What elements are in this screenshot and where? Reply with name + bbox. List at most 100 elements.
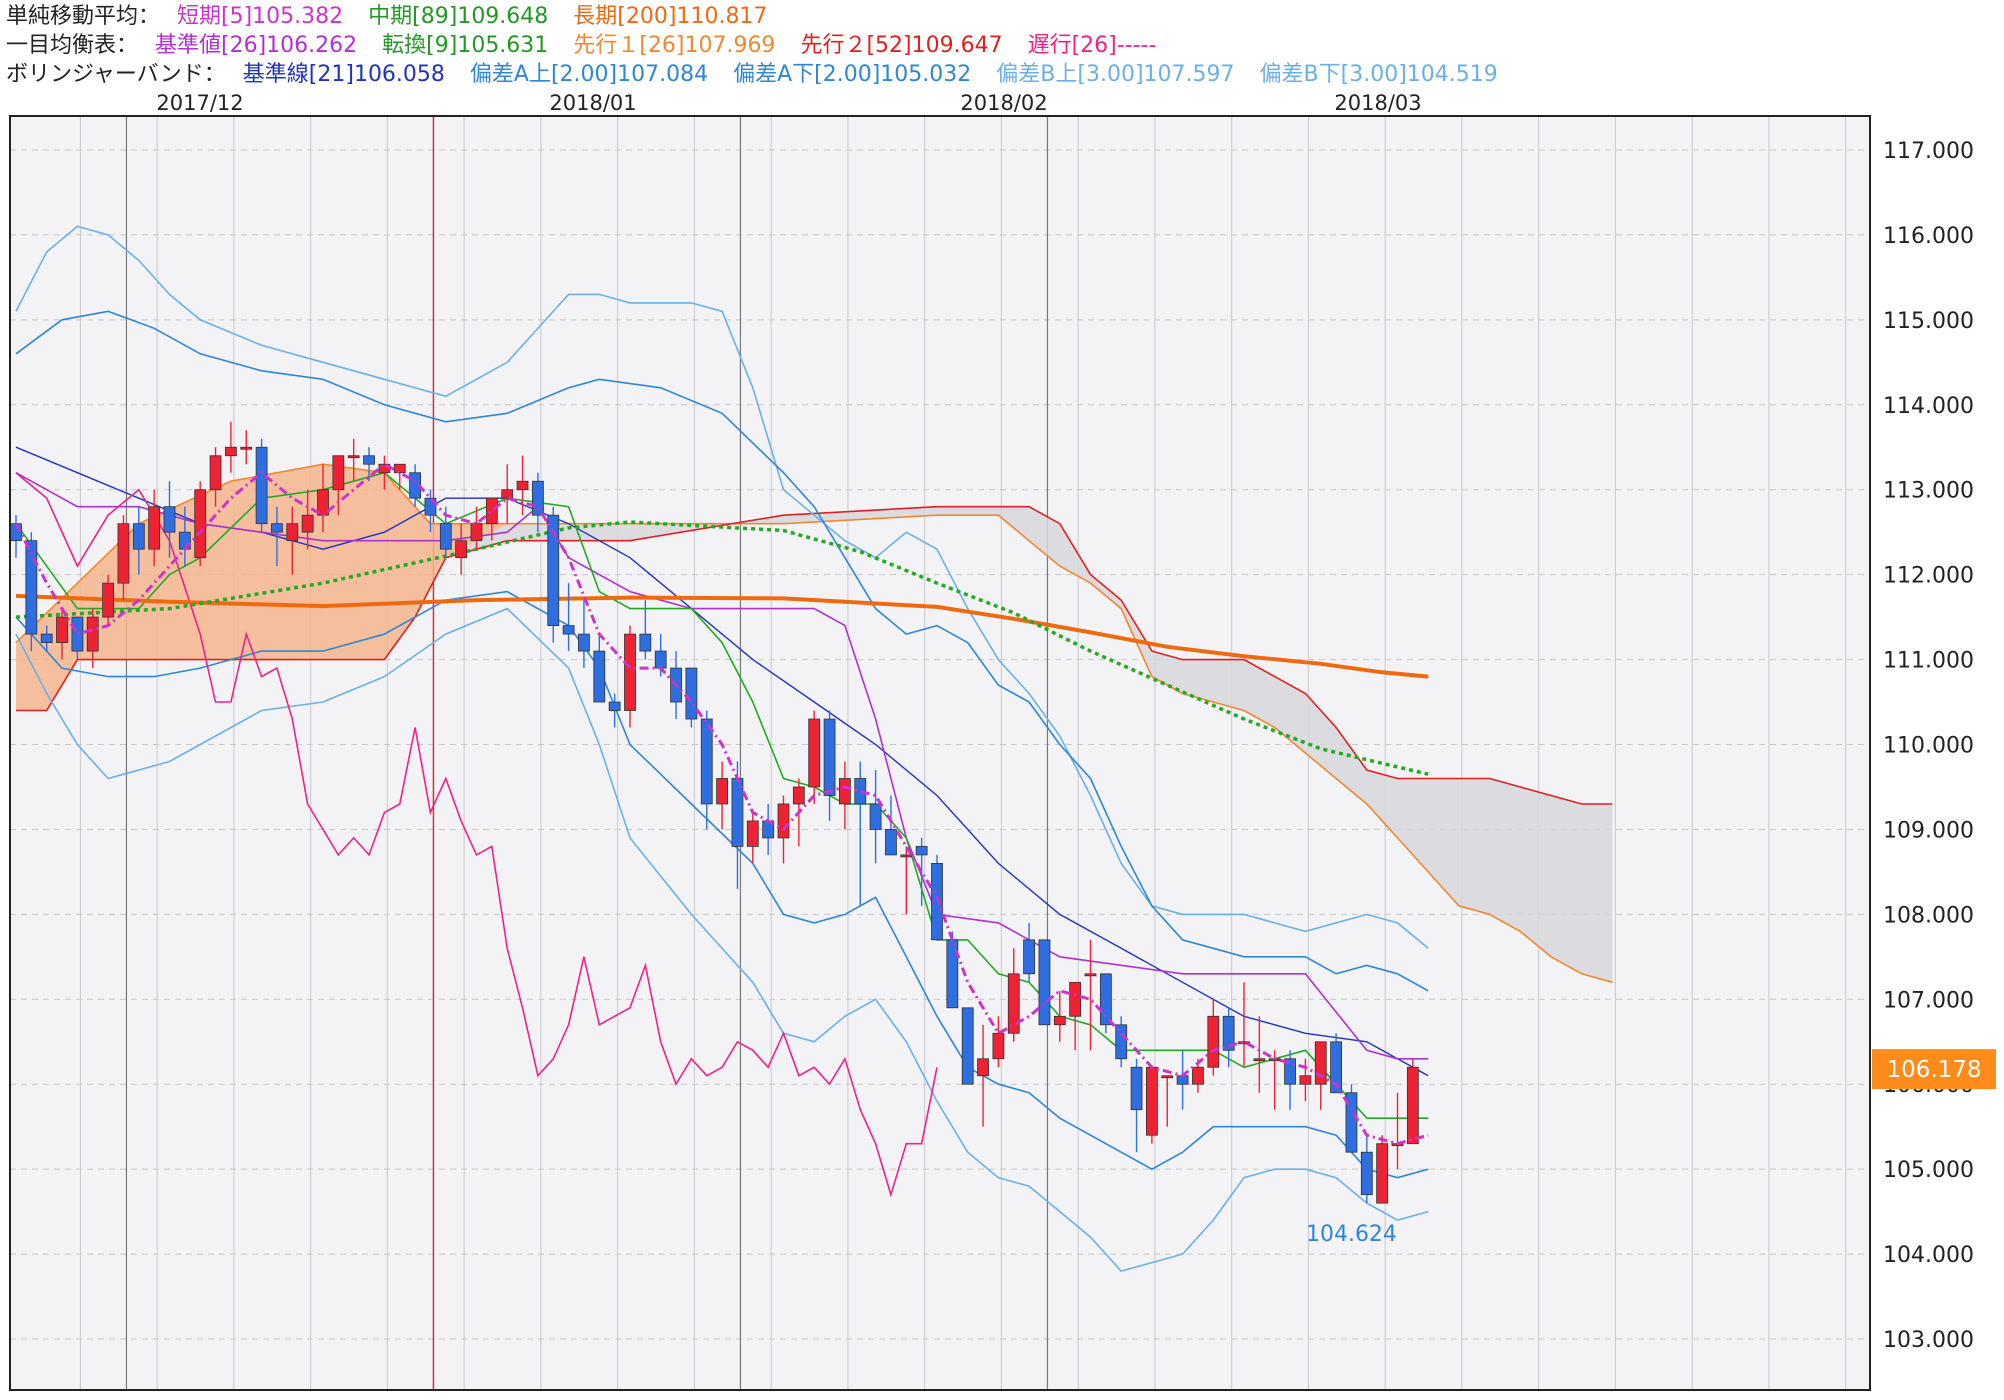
y-tick-label: 112.000 [1883, 564, 1974, 589]
candle-body [746, 820, 759, 847]
candle-body [86, 616, 99, 652]
candle-body [1314, 1041, 1327, 1085]
candle-body [71, 616, 84, 652]
candle-body [593, 650, 606, 703]
candle-body [624, 633, 636, 711]
candle-body [455, 540, 468, 559]
candle-body [163, 506, 176, 533]
candle-body [209, 455, 222, 491]
candle-body [1192, 1066, 1204, 1085]
candle-body [1299, 1075, 1312, 1085]
candle-body [869, 803, 882, 830]
candle-body [839, 778, 851, 805]
candle-body [992, 1032, 1005, 1060]
candle-body [56, 616, 68, 643]
candle-body [516, 480, 529, 491]
legend-tenkan: 転換[9]105.631 [382, 33, 549, 58]
legend-chikou: 遅行[26]----- [1027, 33, 1157, 58]
candle-body [1376, 1143, 1389, 1204]
candle-body [132, 523, 145, 550]
candle-body [977, 1058, 989, 1077]
month-label: 2017/12 [156, 91, 243, 115]
legend-bb-b-up: 偏差B上[3.00]107.597 [996, 62, 1235, 87]
candle-body [1146, 1066, 1158, 1136]
candle-body [578, 633, 590, 652]
y-tick-label: 113.000 [1883, 479, 1974, 504]
candle-body [731, 778, 744, 847]
candle-body [347, 455, 360, 459]
candle-body [823, 718, 836, 796]
candle-body [485, 497, 498, 525]
legend-sma-title: 単純移動平均： [6, 4, 161, 29]
legend-sma: 単純移動平均： 短期[5]105.382 中期[89]109.648 長期[20… [6, 2, 1986, 31]
candle-body [148, 506, 161, 550]
candle-body [1099, 973, 1112, 1026]
candle-body [915, 846, 928, 856]
candle-body [1038, 939, 1051, 1026]
candle-body [470, 523, 483, 542]
y-tick-label: 117.000 [1883, 139, 1974, 164]
legend-bb-mid: 基準線[21]106.058 [242, 62, 445, 87]
legend-sma-short: 短期[5]105.382 [177, 4, 344, 29]
candle-body [102, 582, 114, 618]
legend-ichimoku: 一目均衡表： 基準値[26]106.262 転換[9]105.631 先行１[2… [6, 31, 1986, 60]
candle-body [777, 803, 790, 839]
candle-body [792, 786, 805, 805]
candle-body [685, 667, 698, 720]
candle-body [439, 523, 452, 550]
candle-body [363, 455, 375, 465]
y-tick-label: 103.000 [1883, 1328, 1974, 1353]
price-chart[interactable]: 2017/12 2018/01 2018/02 2018/03 117.000 116.0… [0, 85, 2004, 1400]
legend-kijun: 基準値[26]106.262 [155, 33, 358, 58]
legend-bb-a-up: 偏差A上[2.00]107.084 [469, 62, 709, 87]
candle-body [961, 1007, 974, 1085]
candle-body [1053, 1015, 1066, 1026]
y-tick-label: 109.000 [1883, 818, 1974, 843]
y-tick-label: 114.000 [1883, 394, 1974, 419]
candle-body [562, 625, 575, 635]
candle-body [639, 633, 652, 652]
legend-ichimoku-title: 一目均衡表： [6, 33, 139, 58]
candle-body [224, 446, 237, 457]
candle-body [1023, 939, 1035, 975]
candle-body [117, 523, 130, 584]
legend-sma-long: 長期[200]110.817 [573, 4, 768, 29]
candle-body [532, 480, 544, 516]
legend: 単純移動平均： 短期[5]105.382 中期[89]109.648 長期[20… [6, 2, 1986, 89]
candle-body [1130, 1066, 1143, 1111]
y-tick-label: 110.000 [1883, 734, 1974, 759]
candle-body [1207, 1015, 1220, 1068]
month-label: 2018/02 [960, 91, 1047, 115]
candle-body [808, 718, 821, 788]
candle-body [194, 489, 207, 559]
candle-body [716, 778, 728, 805]
candle-body [501, 489, 514, 499]
legend-bb-b-low: 偏差B下[3.00]104.519 [1259, 62, 1498, 87]
candle-body [1406, 1066, 1419, 1145]
legend-bb-a-low: 偏差A下[2.00]105.032 [733, 62, 972, 87]
y-tick-label: 105.000 [1883, 1158, 1974, 1183]
candle-body [700, 718, 713, 805]
candle-body [255, 446, 268, 525]
candle-body [271, 523, 283, 533]
candle-body [332, 455, 345, 491]
legend-bollinger-title: ボリンジャーバンド： [6, 62, 226, 87]
y-tick-label: 116.000 [1883, 224, 1974, 249]
candle-body [1161, 1075, 1174, 1079]
month-label: 2018/03 [1334, 91, 1421, 115]
candle-body [25, 540, 38, 635]
candle-body [286, 523, 299, 542]
candle-body [40, 633, 53, 643]
month-label: 2018/01 [549, 91, 636, 115]
candle-body [608, 701, 621, 711]
legend-sma-mid: 中期[89]109.648 [368, 4, 549, 29]
candle-body [1069, 981, 1082, 1017]
y-tick-label: 115.000 [1883, 309, 1974, 334]
candle-body [654, 650, 667, 669]
low-price-annotation: 104.624 [1306, 1222, 1397, 1247]
legend-senkou-b: 先行２[52]109.647 [800, 33, 1003, 58]
y-tick-label: 107.000 [1883, 988, 1974, 1013]
y-tick-label: 111.000 [1883, 649, 1974, 674]
candle-body [1360, 1151, 1373, 1196]
candle-body [301, 514, 314, 533]
